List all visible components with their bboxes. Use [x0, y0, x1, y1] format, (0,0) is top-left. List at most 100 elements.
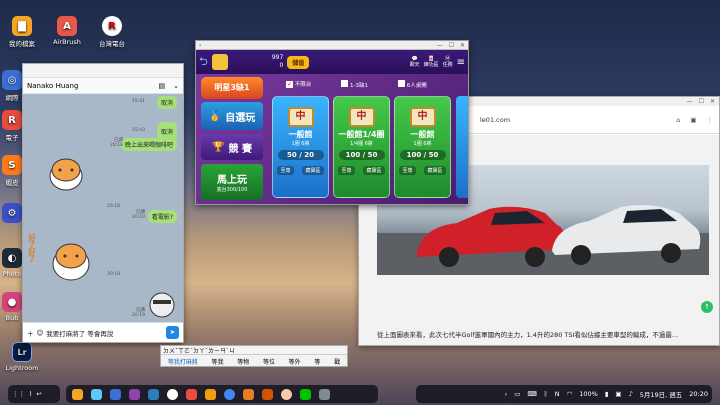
game-app-icon[interactable] — [243, 388, 254, 400]
message-bubble: 晚上出來喝咖啡吧 — [120, 138, 177, 151]
camera-app-icon[interactable] — [129, 388, 140, 400]
sticker-caption: 好了好了 — [28, 234, 36, 262]
filter-row: ✓ 不限台 1-3缺1 6人桌開 — [286, 80, 427, 89]
play-app-icon[interactable] — [91, 388, 102, 400]
mode-contest-button[interactable]: 🏆 競 賽 — [201, 134, 263, 160]
time-text[interactable]: 20:20 — [689, 390, 708, 398]
files-app-icon[interactable] — [72, 388, 83, 400]
note-icon[interactable]: ▤ — [159, 82, 166, 90]
window-icon[interactable]: ▭ — [514, 390, 520, 398]
game-lobby: 明星3缺1 🏅 自選玩 🏆 競 賽 馬上玩 底台300/100 ✓ 不限台 1-3缺1… — [196, 74, 468, 204]
maximize-icon[interactable]: ☐ — [699, 98, 704, 105]
close-icon[interactable]: ✕ — [710, 98, 715, 105]
cat-sticker-icon[interactable] — [45, 152, 87, 192]
mode-quick-button[interactable]: 馬上玩 底台300/100 — [201, 164, 263, 200]
ime-candidate[interactable]: 等物 — [237, 357, 249, 366]
url-text[interactable]: le01.com — [480, 116, 510, 124]
ime-candidate-bar: ㄉㄨˇㄒㄛˊㄉㄚˇㄌㄧㄢˋㄐ 等我打麻將 等我 等物 等位 等外 等 戳 — [160, 345, 348, 367]
line-app-icon[interactable] — [300, 388, 311, 400]
table-card[interactable]: 中 一般館 1圈 6將 50 / 20 至尊 藏寶區 — [272, 96, 329, 198]
clock-app-icon[interactable] — [167, 388, 178, 400]
notes-app-icon[interactable] — [205, 388, 216, 400]
filter-three-missing[interactable]: 1-3缺1 — [341, 80, 368, 89]
chat-title: Nanako Huang — [27, 81, 79, 90]
back-arrow-icon[interactable]: ⮌ — [199, 53, 208, 72]
emoji-icon[interactable]: ☺ — [37, 329, 44, 337]
chevron-down-icon[interactable]: ⌄ — [173, 82, 179, 90]
message-input[interactable]: 我要打麻將了 等會再說 — [46, 328, 163, 338]
minimize-icon[interactable]: — — [437, 42, 443, 49]
status-tray: › ▭ ⌨ ᛒ N ◠ 100% ▮ ▣ ♪ 5月19日, 週五 20:20 — [416, 385, 712, 403]
more-icon[interactable]: ⋮ — [707, 116, 714, 124]
mahjong-game-window: ‹ — ☐ ✕ ⮌ 997 0 儲值 💬 聊天 🀄 練功區 Ⓜ 任務 ≡ 明星3缺1 🏅 自… — [195, 40, 469, 205]
mission-icon[interactable]: Ⓜ 任務 — [443, 56, 453, 68]
back-icon[interactable]: ↩ — [36, 390, 41, 398]
store-button[interactable]: 儲值 — [287, 55, 310, 69]
mahjong-app-icon[interactable] — [262, 388, 273, 400]
ime-candidate[interactable]: 等我 — [212, 357, 224, 366]
home-icon[interactable]: ⌂ — [676, 116, 680, 124]
date-text[interactable]: 5月19日, 週五 — [640, 389, 683, 399]
gear-icon: ⚙ — [2, 203, 22, 223]
chrome-app-icon[interactable] — [224, 388, 235, 400]
cat-sticker-icon[interactable] — [41, 232, 93, 284]
ime-candidate[interactable]: 等 — [314, 357, 320, 366]
filter-six-table[interactable]: 6人桌開 — [398, 80, 427, 89]
folder-icon: ▇ — [12, 16, 32, 36]
ime-candidate[interactable]: 戳 — [334, 357, 340, 366]
send-icon[interactable]: ➤ — [166, 326, 179, 339]
mahjong-tile-icon: 中 — [409, 107, 436, 127]
nfc-icon[interactable]: N — [555, 390, 560, 398]
recents-icon[interactable]: ⌇ — [29, 390, 32, 398]
taskbar-left: ⋮⋮ ⌇ ↩ — [8, 385, 60, 403]
scroll-up-button[interactable]: ↑ — [701, 301, 713, 313]
store-app-icon[interactable] — [110, 388, 121, 400]
back-icon[interactable]: ‹ — [199, 42, 201, 49]
sticker-time: 20:18 — [107, 272, 120, 277]
bluetooth-icon[interactable]: ᛒ — [544, 390, 548, 398]
message-time: 20:19 — [132, 313, 145, 318]
menu-icon[interactable]: ≡ — [457, 57, 465, 68]
ime-candidates: 等我打麻將 等我 等物 等位 等外 等 戳 — [161, 355, 347, 367]
maximize-icon[interactable]: ☐ — [449, 42, 454, 49]
ime-candidate[interactable]: 等我打麻將 — [168, 357, 198, 366]
close-icon[interactable]: ✕ — [460, 42, 465, 49]
keyboard-icon[interactable]: ⌨ — [527, 390, 536, 398]
message-time: 20:19 — [132, 215, 145, 220]
sound-icon[interactable]: ♪ — [629, 390, 633, 398]
trophy-icon: 🏆 — [212, 141, 225, 153]
game-topbar: ⮌ 997 0 儲值 💬 聊天 🀄 練功區 Ⓜ 任務 ≡ — [196, 50, 468, 74]
desktop-icon-radio[interactable]: R 台灣電台 — [92, 16, 132, 48]
chat-icon[interactable]: 💬 聊天 — [410, 56, 420, 68]
filter-no-limit[interactable]: ✓ 不限台 — [286, 80, 311, 89]
medal-icon: 🏅 — [208, 110, 222, 122]
line-titlebar — [23, 64, 183, 78]
desktop-icon-my-files[interactable]: ▇ 我的檔案 — [2, 16, 42, 48]
calendar-app-icon[interactable] — [186, 388, 197, 400]
table-card[interactable]: 中 一般館 1圈 6將 100 / 50 至尊 藏寶區 — [394, 96, 451, 198]
minimize-icon[interactable]: — — [687, 98, 693, 105]
wifi-icon[interactable]: ◠ — [567, 390, 573, 398]
mode-custom-button[interactable]: 🏅 自選玩 — [201, 102, 263, 130]
ime-candidate[interactable]: 等位 — [263, 357, 275, 366]
app-drawer-icon[interactable]: ⋮⋮ — [12, 390, 25, 398]
bubble-icon: ● — [2, 292, 22, 312]
coin-count: 997 — [271, 54, 284, 61]
table-card[interactable]: 中 一般館1/4圈 1/4圈 6將 100 / 50 至尊 藏寶區 — [333, 96, 390, 198]
tabs-icon[interactable]: ▣ — [690, 116, 696, 124]
desktop-icon-airbrush[interactable]: A AirBrush — [47, 16, 87, 46]
settings-app-icon[interactable] — [319, 388, 330, 400]
practice-icon[interactable]: 🀄 練功區 — [424, 56, 439, 68]
avatar[interactable] — [211, 54, 228, 70]
gallery-app-icon[interactable] — [148, 388, 159, 400]
desktop-icon-lightroom[interactable]: Lr Lightroom — [2, 342, 42, 372]
ebook-icon: R — [2, 110, 22, 130]
avatar-app-icon[interactable] — [281, 388, 292, 400]
notification-icon[interactable]: ▣ — [615, 390, 621, 398]
character-sticker-icon[interactable] — [147, 290, 177, 320]
table-card-partial[interactable] — [456, 96, 468, 198]
chevron-right-icon[interactable]: › — [505, 390, 508, 398]
ime-candidate[interactable]: 等外 — [289, 357, 301, 366]
mahjong-tile-icon: 中 — [287, 107, 314, 127]
plus-icon[interactable]: ＋ — [27, 328, 34, 338]
